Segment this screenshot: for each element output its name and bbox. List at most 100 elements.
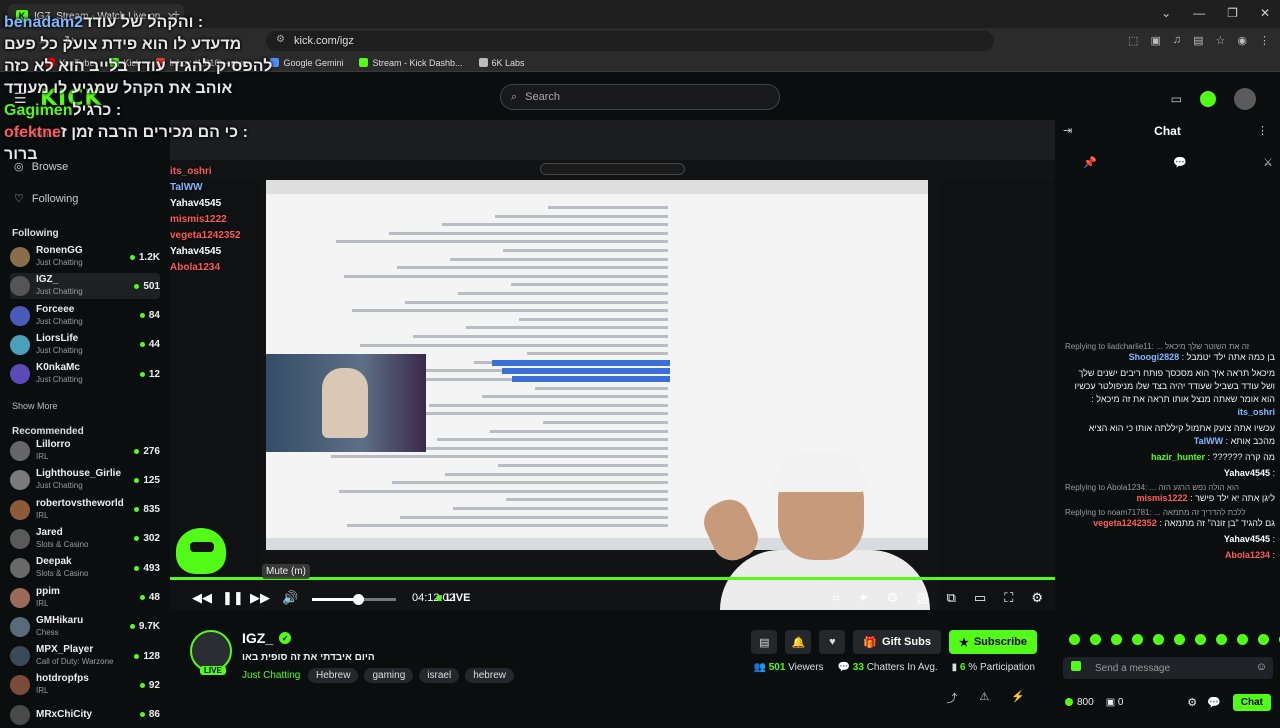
user-avatar[interactable] [1234,88,1256,110]
chat-username[interactable]: hazir_hunter [1151,452,1205,462]
document-highlight [502,368,670,374]
search-input[interactable]: ⌕ Search [500,84,780,110]
sidebar-channel-deepak[interactable]: Deepak Slots & Casino 493 [10,555,160,581]
emote-icon[interactable] [1153,634,1164,645]
sword-icon[interactable]: ⚔ [1263,156,1273,169]
chat-menu-icon[interactable]: ⋮ [1257,124,1268,137]
emote-icon[interactable] [1111,634,1122,645]
nav-following[interactable]: ♡ Following [14,192,78,206]
volume-icon[interactable]: 🔊 [282,590,298,606]
url-field[interactable]: ⚙ kick.com/igz [266,31,994,51]
sidebar-channel-k0nkamc[interactable]: K0nkaMc Just Chatting 12 [10,361,160,387]
sidebar-channel-ppim[interactable]: ppim IRL 48 [10,585,160,611]
chat-icon[interactable]: 💬 [1173,156,1187,169]
sidebar-channel-gmhikaru[interactable]: GMHikaru Chess 9.7K [10,614,160,640]
chat-username[interactable]: Yahav4545 [1224,534,1270,544]
chat-username[interactable]: vegeta1242352 [1093,518,1157,528]
sparkle-icon[interactable]: ✦ [858,590,869,606]
pin-icon[interactable]: 📌 [1083,156,1097,169]
sidebar-channel-ronengg[interactable]: RonenGG Just Chatting 1.2K [10,244,160,270]
menu-dots-icon[interactable]: ⋮ [1259,34,1270,47]
chat-username[interactable]: Abola1234 [1225,550,1270,560]
vpn-icon[interactable]: ◉ [1237,34,1247,47]
sidebar-channel-lighthouse_girlie[interactable]: Lighthouse_Girlie Just Chatting 125 [10,467,160,493]
tag-chip[interactable]: israel [419,668,460,683]
tag-chip[interactable]: gaming [364,668,414,683]
site-info-icon[interactable]: ⚙ [276,34,285,45]
emote-icon[interactable] [1216,634,1227,645]
tag-chip[interactable]: hebrew [465,668,514,683]
volume-knob[interactable] [353,594,365,605]
kick-coin-icon[interactable] [1200,91,1216,107]
sidebar-channel-mpx_player[interactable]: MPX_Player Call of Duty: Warzone 128 [10,643,160,669]
chat-username[interactable]: mismis1222 [1137,493,1188,503]
sidebar-channel-mrxchicity[interactable]: MRxChiCity 86 [10,702,160,728]
tag-chip[interactable]: Hebrew [308,668,359,683]
emoji-icon[interactable]: ☺ [1256,661,1267,673]
chat-input[interactable]: Send a message ☺ [1063,657,1273,679]
bookmark-item[interactable]: Stream - Kick Dashb... [359,58,463,68]
gift-subs-button[interactable]: 🎁 Gift Subs [853,630,941,654]
category-link[interactable]: Just Chatting [242,670,300,681]
sidebar-channel-jared[interactable]: Jared Slots & Casino 302 [10,526,160,552]
sidebar-channel-liorslife[interactable]: LiorsLife Just Chatting 44 [10,332,160,358]
chat-username[interactable]: Shoogi2828 [1129,352,1180,362]
sidebar-channel-lillorro[interactable]: Lillorro IRL 276 [10,438,160,464]
channel-name[interactable]: IGZ_ [242,630,273,646]
minimize-icon[interactable]: — [1193,6,1205,20]
fullscreen-icon[interactable]: ⛶ [1004,590,1013,606]
follow-heart-button[interactable]: ♥ [819,630,846,654]
cast-icon[interactable]: ▭ [974,590,986,606]
emote-icon[interactable] [1237,634,1248,645]
extension-icon[interactable]: ▣ [1150,34,1160,47]
clip-button[interactable]: ▤ [751,630,778,654]
close-window-icon[interactable]: ✕ [1260,6,1270,20]
rewind-icon[interactable]: ◀◀ [192,590,212,606]
maximize-icon[interactable]: ❐ [1227,6,1238,20]
chat-username[interactable]: TalWW [1194,436,1223,446]
live-indicator[interactable]: LIVE [436,592,470,604]
sidebar-channel-forceee[interactable]: Forceee Just Chatting 84 [10,303,160,329]
emote-icon[interactable] [1069,634,1080,645]
chat-username[interactable]: Yahav4545 [1224,468,1270,478]
share-icon[interactable]: ⤴ [946,690,957,706]
theater-mode-icon[interactable]: ▥ [916,590,928,606]
sidebar-channel-igz_[interactable]: IGZ_ Just Chatting 501 [10,273,160,300]
mystery-box-count[interactable]: ▣ 0 [1106,697,1124,708]
bookmark-item[interactable]: Google Gemini [270,58,343,68]
chat-username[interactable]: its_oshri [1237,407,1275,417]
show-more-link[interactable]: Show More [12,401,58,411]
tab-search-icon[interactable]: ⌄ [1161,6,1171,20]
forward-icon[interactable]: ▶▶ [250,590,270,606]
bookmark-item[interactable]: 6K Labs [478,58,525,68]
chat-settings-icon[interactable]: ⚙ [1187,696,1197,709]
sidebar-channel-robertovstheworld[interactable]: robertovstheworld IRL 835 [10,497,160,523]
stream-title: היום איבדתי את זה סופית באו [242,652,375,663]
notification-bell-button[interactable]: 🔔 [785,630,812,654]
channel-points[interactable]: 800 [1065,697,1094,708]
emote-icon[interactable] [1132,634,1143,645]
inbox-icon[interactable]: ▭ [1171,92,1182,106]
emote-icon[interactable] [1258,634,1269,645]
chat-bubble-icon[interactable]: 💬 [1207,696,1221,709]
sidebar-channel-hotdropfps[interactable]: hotdropfps IRL 92 [10,672,160,698]
video-player[interactable]: its_oshri TalWW Yahav4545 mismis1222 vegeta1… [170,120,1055,610]
extension-icon[interactable]: ⬚ [1128,34,1138,47]
emote-icon[interactable] [1090,634,1101,645]
sidebar-icon[interactable]: ▤ [1193,34,1203,47]
subscribe-button[interactable]: ★ Subscribe [948,630,1037,654]
kick-action-icon[interactable]: ⚡ [1011,690,1025,706]
pause-icon[interactable]: ❚❚ [222,590,244,606]
emote-icon[interactable] [1174,634,1185,645]
gear-icon[interactable]: ⚙ [1031,590,1043,606]
star-icon[interactable]: ☆ [1216,34,1226,47]
report-icon[interactable]: ⚠ [979,690,989,706]
viewer-count: 128 [134,651,160,662]
music-icon[interactable]: ♫ [1173,34,1181,47]
clip-icon[interactable]: ⌗ [832,590,839,606]
pip-icon[interactable]: ⧉ [947,590,956,606]
volume-slider[interactable] [312,594,396,605]
settings-icon[interactable]: ⚙ [887,590,899,606]
send-chat-button[interactable]: Chat [1232,693,1271,711]
emote-icon[interactable] [1195,634,1206,645]
